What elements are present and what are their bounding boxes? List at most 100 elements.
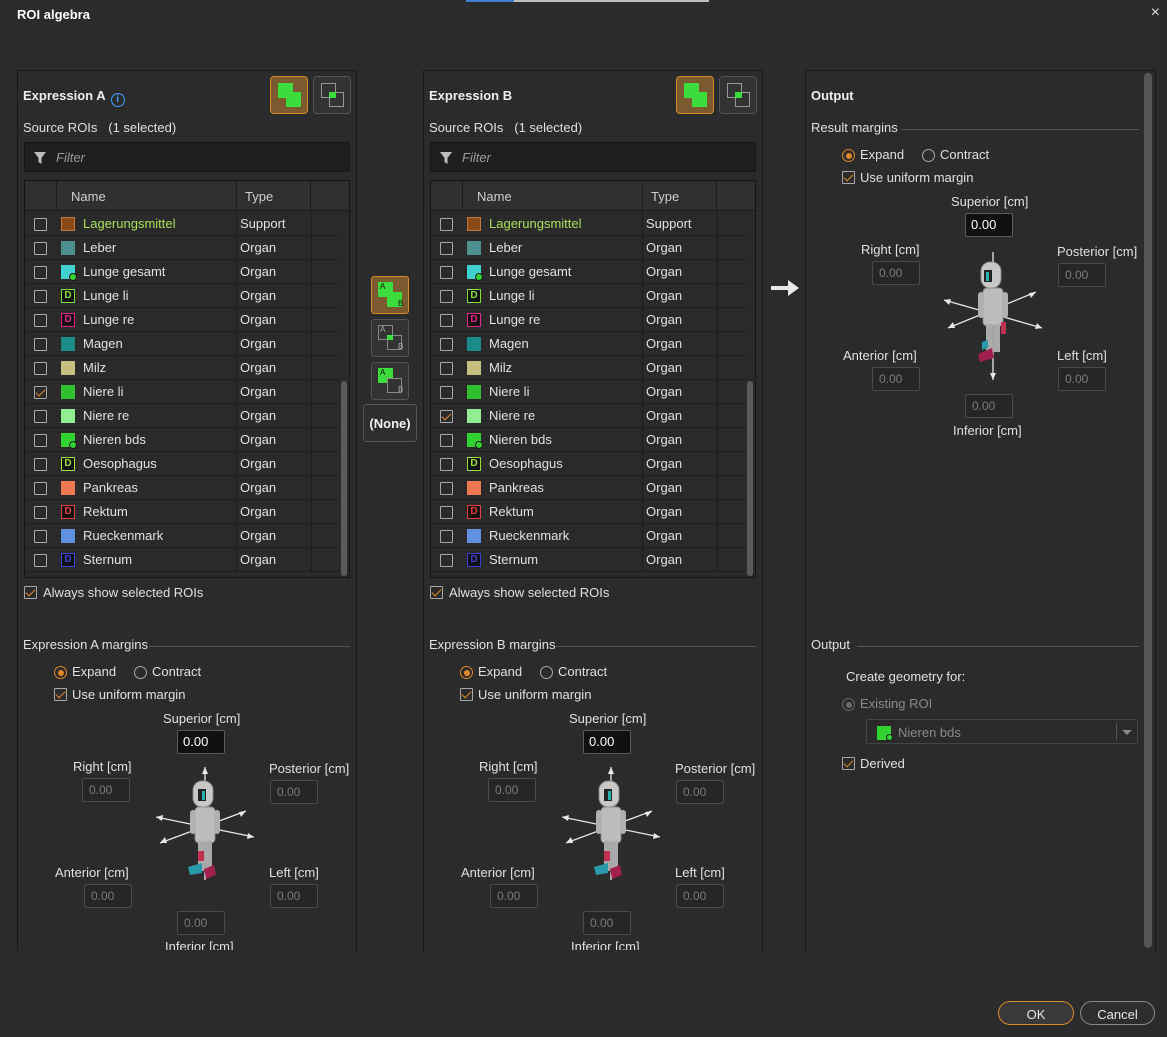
roi-select-dropdown[interactable]: Nieren bds bbox=[866, 719, 1138, 744]
table-row[interactable]: D Oesophagus Organ bbox=[431, 452, 745, 476]
right-input-b[interactable]: 0.00 bbox=[488, 778, 536, 802]
uniform-margin-checkbox-b[interactable] bbox=[460, 688, 473, 701]
roi-checkbox[interactable] bbox=[34, 314, 47, 327]
filter-input[interactable]: Filter bbox=[24, 142, 350, 172]
output-inferior-input[interactable]: 0.00 bbox=[965, 394, 1013, 418]
intersect-mode-button[interactable] bbox=[313, 76, 351, 114]
roi-checkbox[interactable] bbox=[440, 290, 453, 303]
superior-input[interactable]: 0.00 bbox=[177, 730, 225, 754]
table-scrollbar[interactable] bbox=[747, 381, 753, 576]
roi-checkbox[interactable] bbox=[34, 242, 47, 255]
right-input[interactable]: 0.00 bbox=[82, 778, 130, 802]
close-icon[interactable]: × bbox=[1151, 4, 1160, 22]
output-right-input[interactable]: 0.00 bbox=[872, 261, 920, 285]
output-left-input[interactable]: 0.00 bbox=[1058, 367, 1106, 391]
table-row[interactable]: Pankreas Organ bbox=[25, 476, 339, 500]
union-mode-button-b[interactable] bbox=[676, 76, 714, 114]
output-scrollbar[interactable] bbox=[1144, 73, 1152, 948]
column-name[interactable]: Name bbox=[462, 181, 642, 211]
table-row[interactable]: D Lunge li Organ bbox=[431, 284, 745, 308]
roi-checkbox[interactable] bbox=[34, 290, 47, 303]
intersect-mode-button-b[interactable] bbox=[719, 76, 757, 114]
expand-radio-b[interactable] bbox=[460, 666, 473, 679]
left-input-b[interactable]: 0.00 bbox=[676, 884, 724, 908]
table-row[interactable]: Pankreas Organ bbox=[431, 476, 745, 500]
roi-checkbox[interactable] bbox=[440, 458, 453, 471]
roi-checkbox[interactable] bbox=[440, 386, 453, 399]
left-input[interactable]: 0.00 bbox=[270, 884, 318, 908]
output-contract-radio[interactable] bbox=[922, 149, 935, 162]
uniform-margin-checkbox[interactable] bbox=[54, 688, 67, 701]
derived-checkbox[interactable] bbox=[842, 757, 855, 770]
output-superior-input[interactable]: 0.00 bbox=[965, 213, 1013, 237]
table-row[interactable]: D Lunge re Organ bbox=[431, 308, 745, 332]
ok-button[interactable]: OK bbox=[998, 1001, 1074, 1025]
table-row[interactable]: Leber Organ bbox=[431, 236, 745, 260]
table-row[interactable]: D Rektum Organ bbox=[431, 500, 745, 524]
table-row[interactable]: Niere li Organ bbox=[25, 380, 339, 404]
roi-checkbox[interactable] bbox=[440, 242, 453, 255]
output-uniform-checkbox[interactable] bbox=[842, 171, 855, 184]
table-row[interactable]: Milz Organ bbox=[25, 356, 339, 380]
roi-checkbox[interactable] bbox=[440, 362, 453, 375]
table-row[interactable]: Rueckenmark Organ bbox=[25, 524, 339, 548]
inferior-input[interactable]: 0.00 bbox=[177, 911, 225, 935]
table-row[interactable]: Magen Organ bbox=[431, 332, 745, 356]
roi-checkbox[interactable] bbox=[440, 266, 453, 279]
roi-checkbox[interactable] bbox=[440, 410, 453, 423]
subtraction-operation-button[interactable]: A B bbox=[371, 362, 409, 400]
roi-checkbox[interactable] bbox=[34, 482, 47, 495]
roi-checkbox[interactable] bbox=[440, 338, 453, 351]
anterior-input[interactable]: 0.00 bbox=[84, 884, 132, 908]
contract-radio-b[interactable] bbox=[540, 666, 553, 679]
table-scrollbar[interactable] bbox=[341, 381, 347, 576]
always-show-checkbox-b[interactable] bbox=[430, 586, 443, 599]
roi-checkbox[interactable] bbox=[34, 434, 47, 447]
table-row[interactable]: Lunge gesamt Organ bbox=[25, 260, 339, 284]
roi-checkbox[interactable] bbox=[34, 458, 47, 471]
roi-checkbox[interactable] bbox=[34, 530, 47, 543]
table-row[interactable]: Milz Organ bbox=[431, 356, 745, 380]
table-row[interactable]: Niere re Organ bbox=[25, 404, 339, 428]
table-row[interactable]: D Oesophagus Organ bbox=[25, 452, 339, 476]
roi-checkbox[interactable] bbox=[34, 410, 47, 423]
roi-checkbox[interactable] bbox=[34, 554, 47, 567]
always-show-checkbox[interactable] bbox=[24, 586, 37, 599]
table-row[interactable]: D Rektum Organ bbox=[25, 500, 339, 524]
table-row[interactable]: Magen Organ bbox=[25, 332, 339, 356]
union-mode-button[interactable] bbox=[270, 76, 308, 114]
table-row[interactable]: Niere re Organ bbox=[431, 404, 745, 428]
filter-input-b[interactable]: Filter bbox=[430, 142, 756, 172]
table-row[interactable]: Lagerungsmittel Support bbox=[25, 212, 339, 236]
column-type[interactable]: Type bbox=[236, 181, 311, 211]
roi-checkbox[interactable] bbox=[34, 506, 47, 519]
info-icon[interactable]: i bbox=[110, 93, 125, 107]
column-name[interactable]: Name bbox=[56, 181, 236, 211]
expand-radio[interactable] bbox=[54, 666, 67, 679]
table-row[interactable]: D Lunge li Organ bbox=[25, 284, 339, 308]
table-row[interactable]: Nieren bds Organ bbox=[25, 428, 339, 452]
table-row[interactable]: Rueckenmark Organ bbox=[431, 524, 745, 548]
roi-checkbox[interactable] bbox=[440, 554, 453, 567]
column-type[interactable]: Type bbox=[642, 181, 717, 211]
output-expand-radio[interactable] bbox=[842, 149, 855, 162]
table-row[interactable]: Lagerungsmittel Support bbox=[431, 212, 745, 236]
roi-checkbox[interactable] bbox=[440, 482, 453, 495]
inferior-input-b[interactable]: 0.00 bbox=[583, 911, 631, 935]
roi-checkbox[interactable] bbox=[34, 362, 47, 375]
output-anterior-input[interactable]: 0.00 bbox=[872, 367, 920, 391]
roi-checkbox[interactable] bbox=[440, 218, 453, 231]
roi-checkbox[interactable] bbox=[34, 338, 47, 351]
superior-input-b[interactable]: 0.00 bbox=[583, 730, 631, 754]
roi-checkbox[interactable] bbox=[34, 386, 47, 399]
table-row[interactable]: D Sternum Organ bbox=[25, 548, 339, 572]
table-row[interactable]: Niere li Organ bbox=[431, 380, 745, 404]
roi-checkbox[interactable] bbox=[440, 506, 453, 519]
intersection-operation-button[interactable]: A B bbox=[371, 319, 409, 357]
none-operation-button[interactable]: (None) bbox=[363, 404, 417, 442]
roi-checkbox[interactable] bbox=[34, 218, 47, 231]
contract-radio[interactable] bbox=[134, 666, 147, 679]
table-row[interactable]: Lunge gesamt Organ bbox=[431, 260, 745, 284]
table-row[interactable]: Leber Organ bbox=[25, 236, 339, 260]
cancel-button[interactable]: Cancel bbox=[1080, 1001, 1155, 1025]
